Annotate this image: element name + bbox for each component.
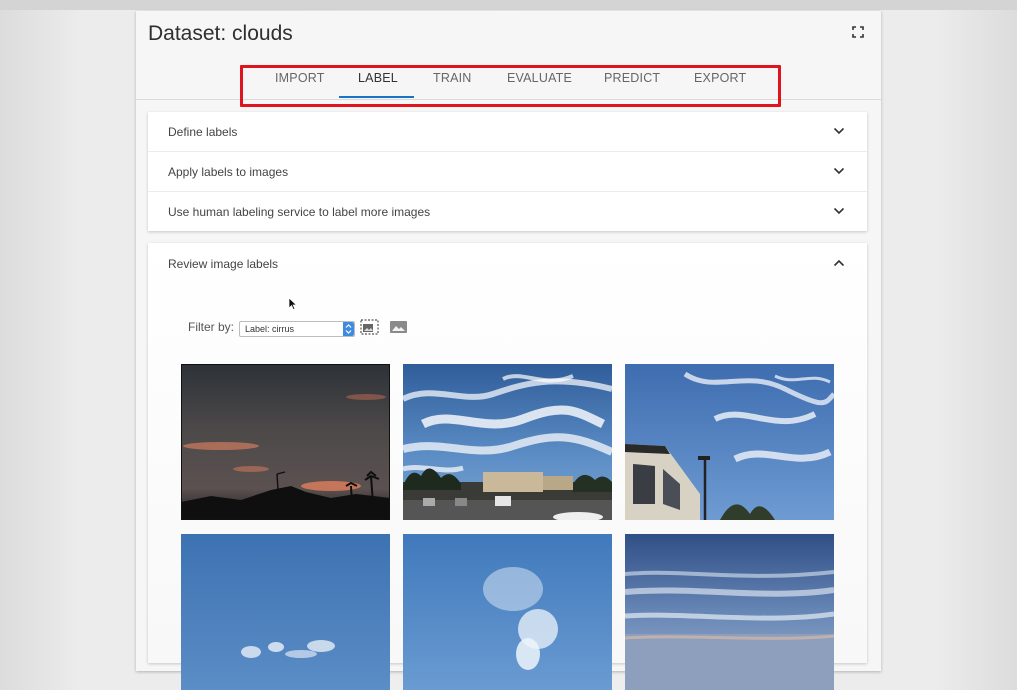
blue-sky-wisp-image[interactable] — [403, 534, 612, 690]
blue-sky-clouds-image[interactable] — [181, 534, 390, 690]
review-image-labels-panel: Review image labels Filter by: Label: ci… — [148, 243, 867, 690]
chevron-up-icon[interactable] — [833, 257, 845, 269]
horizon-stratus-image[interactable] — [625, 534, 834, 690]
label-filter-select[interactable]: Label: cirrus — [239, 321, 355, 337]
section-define-labels[interactable]: Define labels — [148, 112, 867, 152]
browser-top-strip — [0, 0, 1017, 10]
section-apply-labels[interactable]: Apply labels to images — [148, 152, 867, 192]
label-sections-panel: Define labels Apply labels to images Use… — [148, 112, 867, 231]
mouse-cursor-icon — [288, 297, 298, 311]
section-human-labeling[interactable]: Use human labeling service to label more… — [148, 192, 867, 231]
sunset-silhouette-image[interactable] — [181, 364, 390, 520]
cirrus-parking-lot-image[interactable] — [403, 364, 612, 520]
filter-by-label: Filter by: — [188, 320, 235, 334]
image-view-icon[interactable] — [389, 319, 408, 335]
section-label: Define labels — [168, 125, 238, 139]
tab-highlight-box — [240, 65, 781, 107]
chevron-down-icon — [833, 167, 845, 175]
review-header[interactable]: Review image labels — [168, 257, 278, 271]
select-arrows-icon — [343, 322, 354, 336]
bounding-box-image-icon[interactable] — [360, 319, 379, 335]
section-label: Use human labeling service to label more… — [168, 205, 431, 219]
filter-selected-value: Label: cirrus — [245, 324, 295, 334]
section-label: Apply labels to images — [168, 165, 289, 179]
cirrus-building-image[interactable] — [625, 364, 834, 520]
chevron-down-icon — [833, 207, 845, 215]
dataset-card: Dataset: clouds IMPORT LABEL TRAIN EVALU… — [136, 11, 881, 690]
chevron-down-icon — [833, 127, 845, 135]
